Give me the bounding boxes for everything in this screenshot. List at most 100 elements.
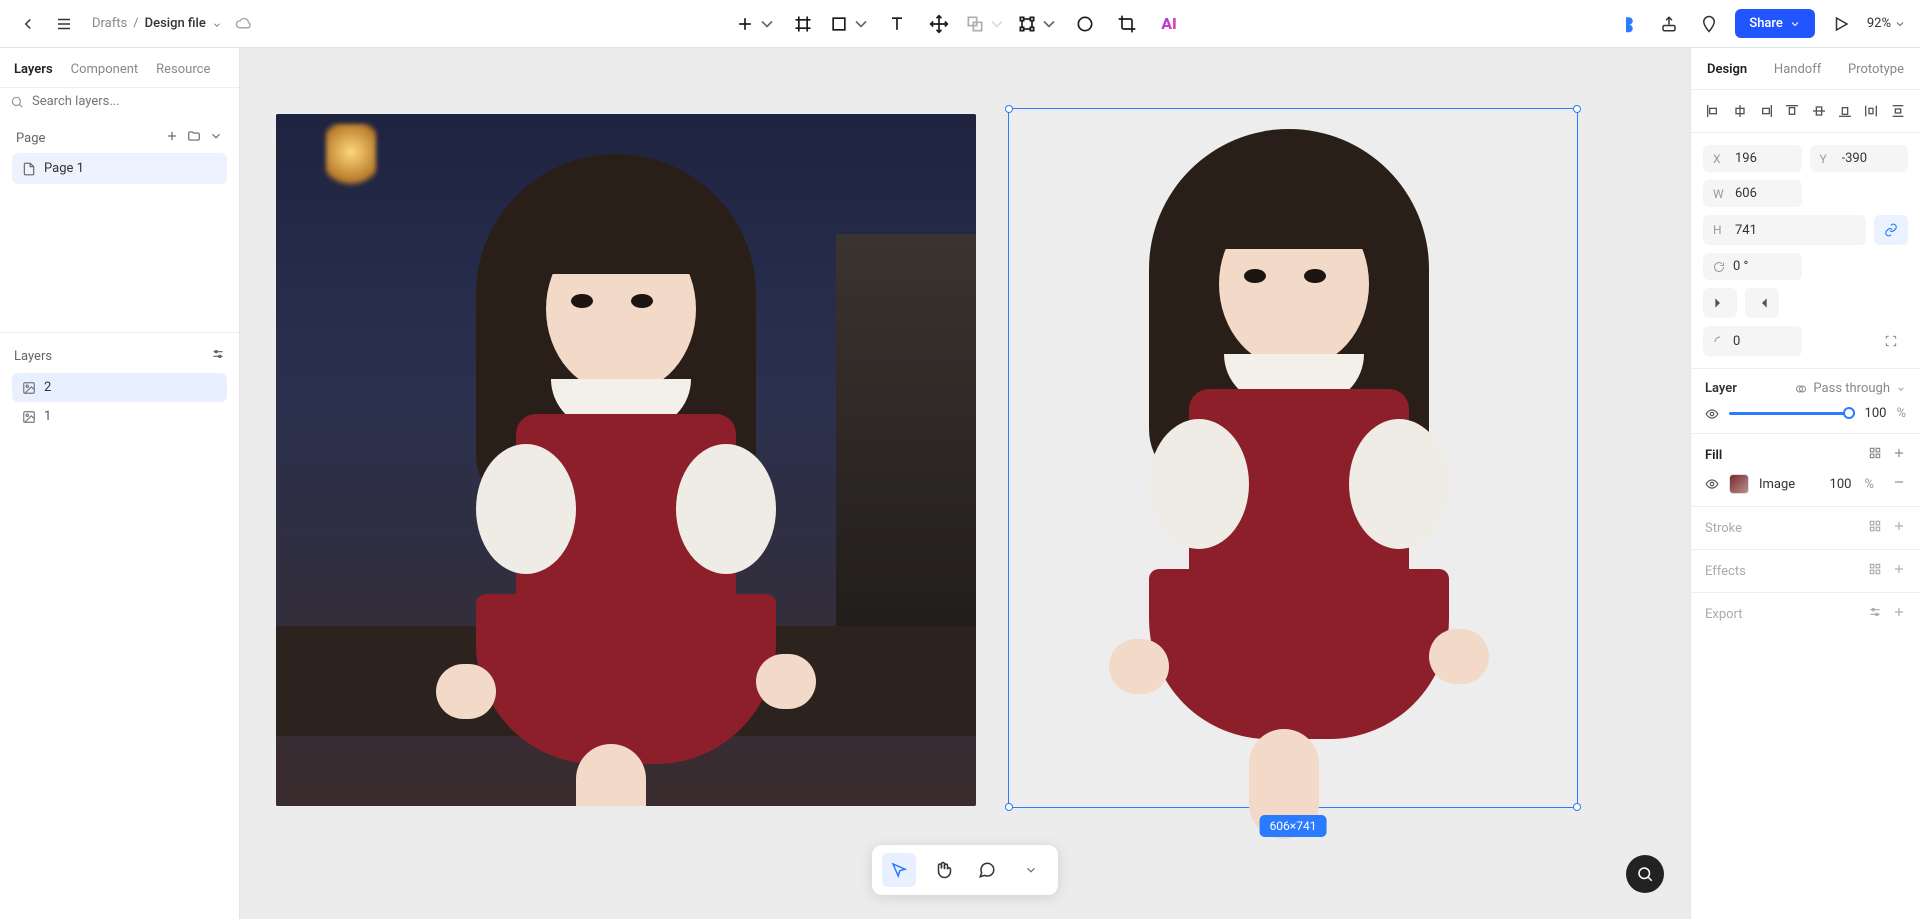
search-input[interactable] <box>32 94 229 109</box>
h-input[interactable] <box>1735 223 1785 238</box>
hand-tool[interactable] <box>926 853 960 887</box>
selection-handle-bl[interactable] <box>1005 803 1013 811</box>
move-tool[interactable] <box>922 7 956 41</box>
radius-input[interactable] <box>1733 334 1783 349</box>
y-input[interactable] <box>1842 151 1892 166</box>
chevron-down-icon[interactable] <box>212 19 222 29</box>
cloud-sync-icon[interactable] <box>230 10 258 38</box>
selection-handle-tr[interactable] <box>1573 105 1581 113</box>
add-stroke-icon[interactable] <box>1892 519 1906 537</box>
play-button[interactable] <box>1827 10 1855 38</box>
opacity-slider[interactable] <box>1729 412 1855 415</box>
y-field[interactable]: Y <box>1810 145 1909 172</box>
tab-prototype[interactable]: Prototype <box>1848 62 1904 77</box>
breadcrumb-root[interactable]: Drafts <box>92 16 127 31</box>
text-tool[interactable] <box>880 7 914 41</box>
radius-field[interactable] <box>1703 326 1802 356</box>
breadcrumb-current[interactable]: Design file <box>145 16 206 31</box>
fill-swatch[interactable] <box>1729 474 1749 494</box>
search-icon <box>10 95 24 109</box>
folder-icon[interactable] <box>187 129 201 147</box>
tab-handoff[interactable]: Handoff <box>1774 62 1821 77</box>
blend-mode-dropdown[interactable]: Pass through <box>1795 381 1906 396</box>
search-row <box>0 88 239 115</box>
layer-item[interactable]: 1 <box>12 402 227 431</box>
export-icon[interactable] <box>1655 10 1683 38</box>
tab-layers[interactable]: Layers <box>14 62 53 77</box>
tab-resource[interactable]: Resource <box>156 62 210 77</box>
opacity-value[interactable]: 100 <box>1865 406 1887 421</box>
export-settings-icon[interactable] <box>1868 605 1882 623</box>
align-top-icon[interactable] <box>1782 100 1802 122</box>
location-icon[interactable] <box>1695 10 1723 38</box>
page-section: Page Page 1 <box>0 115 239 192</box>
w-input[interactable] <box>1735 186 1785 201</box>
ai-tool[interactable]: AI <box>1152 7 1186 41</box>
align-bottom-icon[interactable] <box>1835 100 1855 122</box>
layers-settings-icon[interactable] <box>211 347 225 365</box>
search-fab[interactable] <box>1626 855 1664 893</box>
flip-v-button[interactable] <box>1745 288 1779 318</box>
collapse-icon[interactable] <box>209 129 223 147</box>
effects-styles-icon[interactable] <box>1868 562 1882 580</box>
individual-corners-button[interactable] <box>1874 326 1908 356</box>
h-label: H <box>1713 223 1727 237</box>
align-left-icon[interactable] <box>1703 100 1723 122</box>
rotate-input[interactable] <box>1733 259 1783 274</box>
x-input[interactable] <box>1735 151 1785 166</box>
stroke-styles-icon[interactable] <box>1868 519 1882 537</box>
frame-tool[interactable] <box>786 7 820 41</box>
rotate-field[interactable] <box>1703 253 1802 280</box>
menu-button[interactable] <box>50 10 78 38</box>
selection-handle-br[interactable] <box>1573 803 1581 811</box>
layer-name: 2 <box>44 380 51 395</box>
fill-styles-icon[interactable] <box>1868 446 1882 464</box>
layer-item[interactable]: 2 <box>12 373 227 402</box>
mask-tool[interactable] <box>1068 7 1102 41</box>
selection-dimensions-badge: 606×741 <box>1260 815 1327 837</box>
radius-icon <box>1713 335 1725 347</box>
tab-design[interactable]: Design <box>1707 62 1747 77</box>
add-tool[interactable] <box>734 7 778 41</box>
visibility-icon[interactable] <box>1705 407 1719 421</box>
add-fill-icon[interactable] <box>1892 446 1906 464</box>
align-vcenter-icon[interactable] <box>1809 100 1829 122</box>
page-item[interactable]: Page 1 <box>12 153 227 184</box>
boolean-tool[interactable] <box>964 7 1008 41</box>
flip-h-button[interactable] <box>1703 288 1737 318</box>
comment-tool[interactable] <box>970 853 1004 887</box>
h-field[interactable]: H <box>1703 215 1866 245</box>
distribute-h-icon[interactable] <box>1861 100 1881 122</box>
w-field[interactable]: W <box>1703 180 1802 207</box>
tab-component[interactable]: Component <box>71 62 139 77</box>
remove-fill-icon[interactable] <box>1892 475 1906 493</box>
more-tools[interactable] <box>1014 853 1048 887</box>
add-export-icon[interactable] <box>1892 605 1906 623</box>
blend-mode-label: Pass through <box>1813 381 1890 396</box>
align-right-icon[interactable] <box>1756 100 1776 122</box>
zoom-dropdown[interactable]: 92% <box>1867 16 1906 31</box>
canvas[interactable]: 606×741 <box>240 48 1690 919</box>
shape-tool[interactable] <box>828 7 872 41</box>
canvas-selection[interactable]: 606×741 <box>1008 108 1578 808</box>
crop-tool[interactable] <box>1110 7 1144 41</box>
slider-knob[interactable] <box>1843 407 1855 419</box>
align-hcenter-icon[interactable] <box>1729 100 1749 122</box>
x-field[interactable]: X <box>1703 145 1802 172</box>
layers-label: Layers <box>14 349 52 364</box>
edit-points-tool[interactable] <box>1016 7 1060 41</box>
layers-block: Layers 2 1 <box>0 332 239 441</box>
link-dimensions-button[interactable] <box>1874 215 1908 245</box>
add-effect-icon[interactable] <box>1892 562 1906 580</box>
canvas-image-1[interactable] <box>276 114 976 806</box>
selection-handle-tl[interactable] <box>1005 105 1013 113</box>
distribute-more-icon[interactable] <box>1888 100 1908 122</box>
fill-visibility-icon[interactable] <box>1705 477 1719 491</box>
fill-opacity-value[interactable]: 100 <box>1830 477 1852 492</box>
brand-icon[interactable] <box>1615 10 1643 38</box>
add-page-icon[interactable] <box>165 129 179 147</box>
back-button[interactable] <box>14 10 42 38</box>
share-button[interactable]: Share <box>1735 9 1815 38</box>
select-tool[interactable] <box>882 853 916 887</box>
fill-type-label[interactable]: Image <box>1759 477 1820 492</box>
